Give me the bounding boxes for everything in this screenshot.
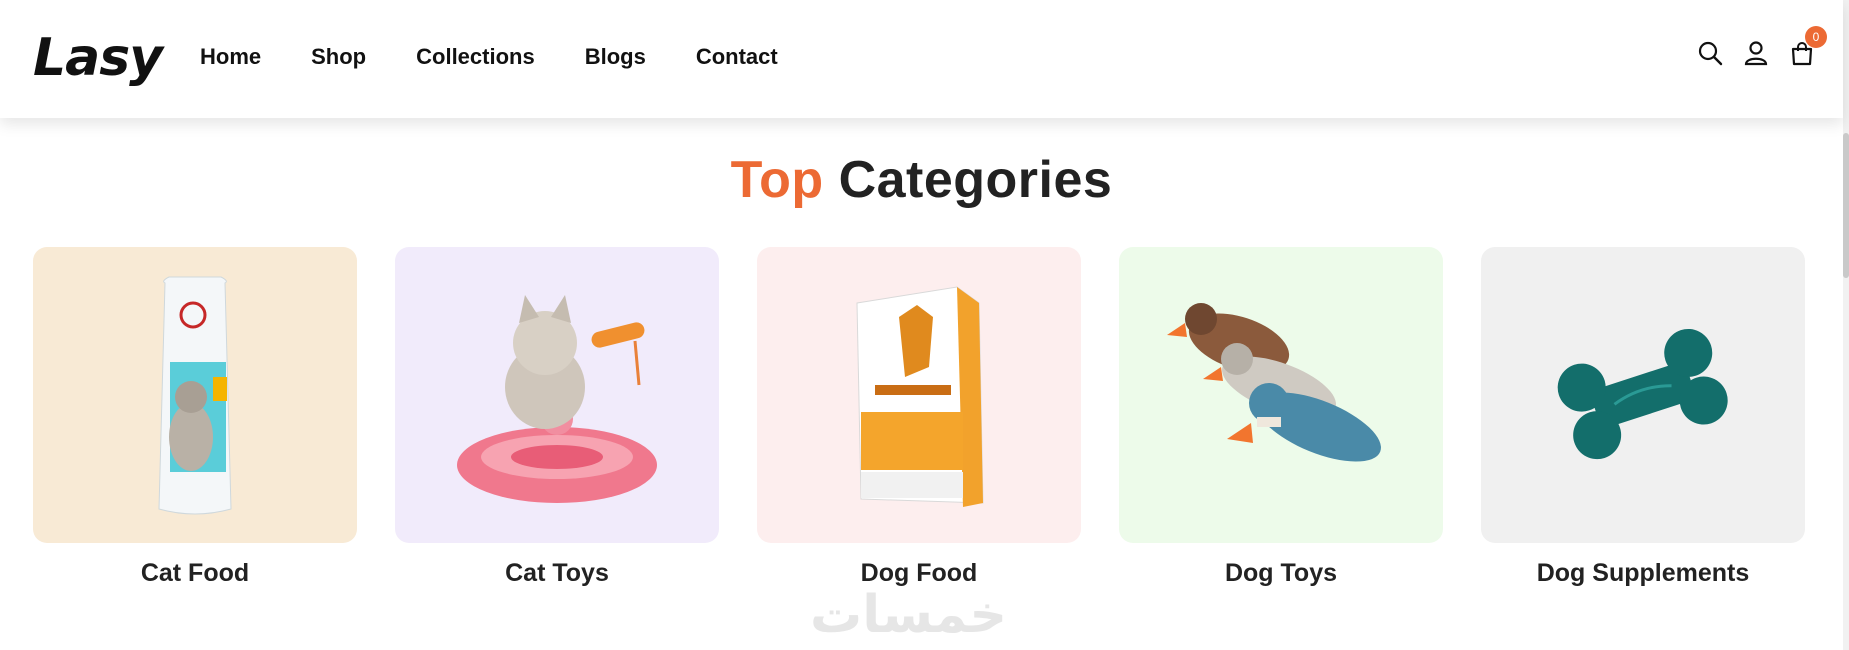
site-header: Lasy Home Shop Collections Blogs Contact… xyxy=(0,0,1843,118)
cat-toy-icon xyxy=(457,295,657,503)
scrollbar[interactable] xyxy=(1843,0,1849,650)
scrollbar-thumb[interactable] xyxy=(1843,133,1849,278)
category-image[interactable] xyxy=(757,247,1081,543)
category-grid: Cat Food Cat Toys Dog Food Dog Toys Dog … xyxy=(33,247,1805,588)
category-label[interactable]: Dog Toys xyxy=(1119,559,1443,588)
category-label[interactable]: Dog Supplements xyxy=(1481,559,1805,588)
nav-collections[interactable]: Collections xyxy=(416,44,535,70)
category-card-dog-food[interactable]: Dog Food xyxy=(757,247,1081,588)
header-actions: 0 xyxy=(1697,26,1827,66)
section-title-rest: Categories xyxy=(838,151,1113,209)
category-card-dog-supplements[interactable]: Dog Supplements xyxy=(1481,247,1805,588)
cat-food-bag-icon xyxy=(158,276,232,515)
nav-shop[interactable]: Shop xyxy=(311,44,366,70)
category-card-cat-food[interactable]: Cat Food xyxy=(33,247,357,588)
cart-count-badge: 0 xyxy=(1805,26,1827,48)
user-icon[interactable] xyxy=(1743,40,1769,66)
category-image[interactable] xyxy=(395,247,719,543)
category-card-cat-toys[interactable]: Cat Toys xyxy=(395,247,719,588)
category-label[interactable]: Cat Food xyxy=(33,559,357,588)
watermark: خمسات xyxy=(810,585,1008,645)
site-logo[interactable]: Lasy xyxy=(33,28,163,88)
category-label[interactable]: Cat Toys xyxy=(395,559,719,588)
nav-blogs[interactable]: Blogs xyxy=(585,44,646,70)
search-icon[interactable] xyxy=(1697,40,1723,66)
category-image[interactable] xyxy=(1481,247,1805,543)
category-image[interactable] xyxy=(33,247,357,543)
section-title-accent: Top xyxy=(730,151,824,209)
nav-contact[interactable]: Contact xyxy=(696,44,778,70)
category-image[interactable] xyxy=(1119,247,1443,543)
bone-plush-icon xyxy=(1557,328,1728,460)
section-title: Top Categories xyxy=(0,150,1843,210)
dog-food-bag-icon xyxy=(856,286,984,507)
category-label[interactable]: Dog Food xyxy=(757,559,1081,588)
nav-home[interactable]: Home xyxy=(200,44,261,70)
main-nav: Home Shop Collections Blogs Contact xyxy=(200,44,778,70)
cart-icon[interactable]: 0 xyxy=(1789,26,1827,66)
category-card-dog-toys[interactable]: Dog Toys xyxy=(1119,247,1443,588)
plush-duck-icon xyxy=(1167,303,1381,462)
